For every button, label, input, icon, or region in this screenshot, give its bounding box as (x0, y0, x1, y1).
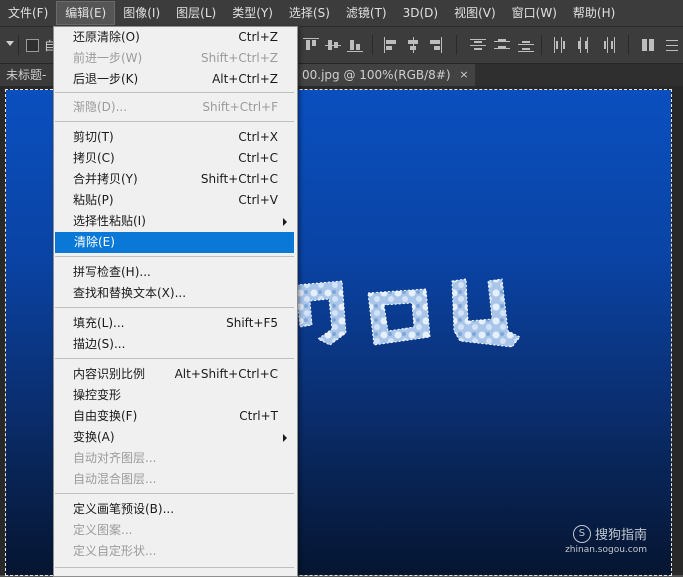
menu-item-define-pattern[interactable]: 定义图案... (54, 520, 295, 541)
distribute-horizontal-centers-icon[interactable] (576, 37, 592, 53)
menu-file[interactable]: 文件(F) (0, 0, 56, 26)
menu-item-fade[interactable]: 渐隐(D)... Shift+Ctrl+F (54, 97, 295, 118)
menu-item-copy-merged[interactable]: 合并拷贝(Y) Shift+Ctrl+C (54, 169, 295, 190)
menu-item-auto-align-layers[interactable]: 自动对齐图层... (54, 448, 295, 469)
menu-separator (55, 493, 294, 494)
distribute-top-icon[interactable] (470, 37, 486, 53)
menu-item-content-aware-scale[interactable]: 内容识别比例 Alt+Shift+Ctrl+C (54, 364, 295, 385)
menu-item-puppet-warp[interactable]: 操控变形 (54, 385, 295, 406)
menu-image[interactable]: 图像(I) (115, 0, 168, 26)
watermark: S 搜狗指南 zhinan.sogou.com (565, 524, 647, 555)
menu-filter[interactable]: 滤镜(T) (338, 0, 395, 26)
menu-separator (55, 256, 294, 257)
menu-3d[interactable]: 3D(D) (395, 0, 446, 26)
options-divider (18, 35, 19, 55)
menu-item-undo-clear[interactable]: 还原清除(O) Ctrl+Z (54, 27, 295, 48)
menu-item-define-custom-shape[interactable]: 定义自定形状... (54, 541, 295, 562)
submenu-arrow-icon (283, 218, 287, 226)
distribute-vertical-centers-icon[interactable] (494, 37, 510, 53)
options-divider (456, 35, 457, 55)
menu-item-step-forward[interactable]: 前进一步(W) Shift+Ctrl+Z (54, 48, 295, 69)
tab-active-document[interactable]: 00.jpg @ 100%(RGB/8#) × (296, 64, 475, 86)
sogou-logo-icon: S (572, 524, 591, 543)
menu-window[interactable]: 窗口(W) (504, 0, 565, 26)
options-divider (372, 35, 373, 55)
menu-item-auto-blend-layers[interactable]: 自动混合图层... (54, 469, 295, 490)
3d-mode-icon[interactable] (664, 37, 680, 53)
menu-item-stroke[interactable]: 描边(S)... (54, 334, 295, 355)
menu-separator (55, 358, 294, 359)
options-divider (541, 35, 542, 55)
menu-layer[interactable]: 图层(L) (168, 0, 224, 26)
align-horizontal-centers-icon[interactable] (405, 37, 421, 53)
menu-help[interactable]: 帮助(H) (565, 0, 623, 26)
submenu-arrow-icon (283, 434, 287, 442)
distribute-left-icon[interactable] (552, 37, 568, 53)
menu-item-copy[interactable]: 拷贝(C) Ctrl+C (54, 148, 295, 169)
auto-align-layers-icon[interactable] (640, 37, 656, 53)
menu-bar: 文件(F) 编辑(E) 图像(I) 图层(L) 类型(Y) 选择(S) 滤镜(T… (0, 0, 683, 27)
tab-label: 00.jpg @ 100%(RGB/8#) (302, 68, 451, 82)
align-left-edges-icon[interactable] (383, 37, 399, 53)
distribute-bottom-icon[interactable] (518, 37, 534, 53)
tab-label: 未标题- (6, 68, 47, 82)
tool-preset-dropdown-icon[interactable] (6, 41, 14, 46)
menu-item-define-brush[interactable]: 定义画笔预设(B)... (54, 499, 295, 520)
menu-separator (55, 121, 294, 122)
tab-untitled[interactable]: 未标题- (0, 64, 58, 86)
align-top-edges-icon[interactable] (303, 37, 319, 53)
align-bottom-edges-icon[interactable] (347, 37, 363, 53)
close-icon[interactable]: × (459, 64, 468, 86)
menu-item-cut[interactable]: 剪切(T) Ctrl+X (54, 127, 295, 148)
menu-item-free-transform[interactable]: 自由变换(F) Ctrl+T (54, 406, 295, 427)
menu-item-find-replace[interactable]: 查找和替换文本(X)... (54, 283, 295, 304)
menu-item-step-backward[interactable]: 后退一步(K) Alt+Ctrl+Z (54, 69, 295, 90)
watermark-url: zhinan.sogou.com (565, 545, 647, 555)
menu-item-fill[interactable]: 填充(L)... Shift+F5 (54, 313, 295, 334)
edit-menu-dropdown: 还原清除(O) Ctrl+Z 前进一步(W) Shift+Ctrl+Z 后退一步… (53, 26, 298, 577)
cloud-text-selection (296, 278, 521, 348)
menu-separator (55, 567, 294, 568)
menu-edit[interactable]: 编辑(E) (56, 1, 116, 25)
menu-separator (55, 307, 294, 308)
menu-item-paste-special[interactable]: 选择性粘贴(I) (54, 211, 295, 232)
menu-separator (55, 92, 294, 93)
align-right-edges-icon[interactable] (427, 37, 443, 53)
menu-item-transform[interactable]: 变换(A) (54, 427, 295, 448)
options-divider (628, 35, 629, 55)
menu-item-spell-check[interactable]: 拼写检查(H)... (54, 262, 295, 283)
distribute-right-icon[interactable] (600, 37, 616, 53)
menu-item-paste[interactable]: 粘贴(P) Ctrl+V (54, 190, 295, 211)
menu-view[interactable]: 视图(V) (446, 0, 504, 26)
align-vertical-centers-icon[interactable] (325, 37, 341, 53)
menu-item-clear[interactable]: 清除(E) (55, 232, 294, 253)
menu-select[interactable]: 选择(S) (281, 0, 338, 26)
menu-type[interactable]: 类型(Y) (224, 0, 281, 26)
watermark-brand: 搜狗指南 (594, 528, 647, 543)
auto-select-checkbox[interactable] (26, 39, 39, 52)
